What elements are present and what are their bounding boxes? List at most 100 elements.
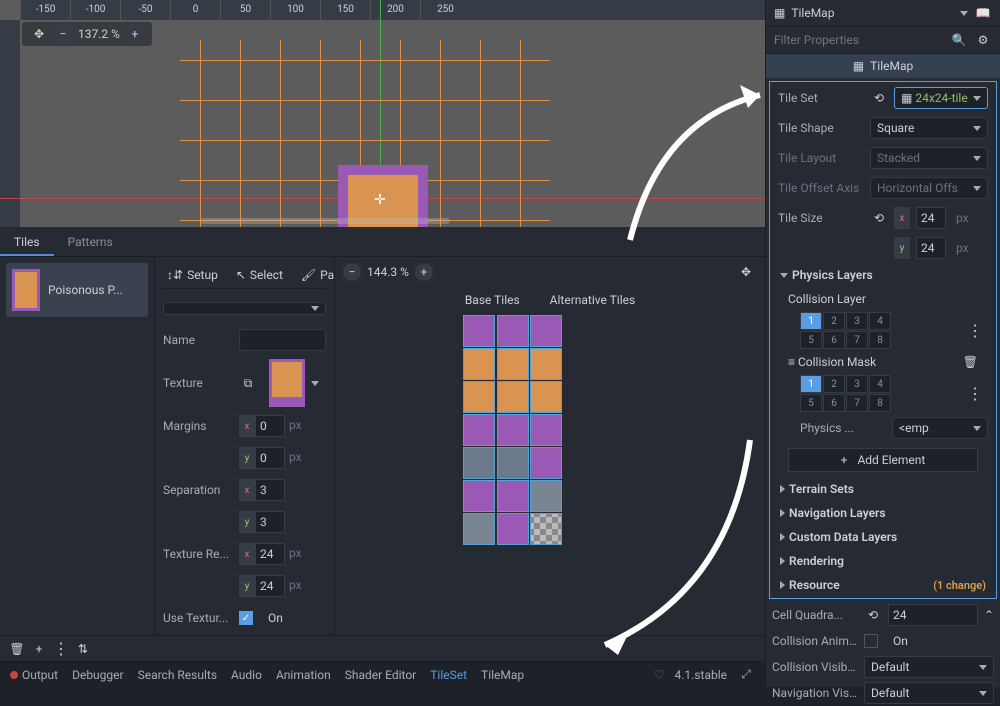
atlas-id-select[interactable] <box>163 302 326 315</box>
tab-tiles[interactable]: Tiles <box>0 227 54 256</box>
mask-bit-8[interactable]: 8 <box>869 394 891 412</box>
zoom-out-button[interactable]: − <box>54 25 72 43</box>
filter-properties-input[interactable] <box>774 33 944 47</box>
inspector-panel: ▦ TileMap 📖 🔍 ⚙ ▦TileMap Tile Set ⟲ ▦ 24… <box>765 0 1000 687</box>
layer-bit-8[interactable]: 8 <box>869 331 891 349</box>
viewport-2d[interactable]: -150-100-50050100150200250 ✥ − 137.2 % +… <box>0 0 765 227</box>
revert-size-icon[interactable]: ⟲ <box>870 209 888 227</box>
collision-visi-select[interactable]: Default <box>864 656 994 678</box>
separation-y-input[interactable]: 3 <box>255 511 285 533</box>
collision-layer-label: Collision Layer <box>772 288 994 310</box>
tile-size-x-input[interactable]: 24 <box>916 207 946 229</box>
add-element-button[interactable]: +Add Element <box>788 448 978 472</box>
physics-layers-section[interactable]: Physics Layers <box>772 264 994 286</box>
name-input[interactable] <box>239 329 326 351</box>
mask-bit-2[interactable]: 2 <box>823 375 845 393</box>
sort-icon[interactable]: ⇅ <box>74 640 92 658</box>
collision-layer-grid: 1234 5678 <box>800 312 891 349</box>
base-tiles-grid[interactable] <box>463 315 563 545</box>
collision-layer-more[interactable]: ⋮ <box>966 321 984 340</box>
collision-mask-grid: 1234 5678 <box>800 375 891 412</box>
tc-zoom-in[interactable]: + <box>415 263 433 281</box>
search-icon[interactable]: 🔍 <box>950 31 968 49</box>
layer-bit-6[interactable]: 6 <box>823 331 845 349</box>
tile-shape-select[interactable]: Square <box>870 117 988 139</box>
zoom-in-button[interactable]: + <box>126 25 144 43</box>
tab-tilemap[interactable]: TileMap <box>481 668 524 682</box>
mask-bit-5[interactable]: 5 <box>800 394 822 412</box>
layer-bit-1[interactable]: 1 <box>800 312 822 330</box>
collision-mask-more[interactable]: ⋮ <box>966 384 984 403</box>
layer-bit-3[interactable]: 3 <box>846 312 868 330</box>
tab-tileset[interactable]: TileSet <box>430 668 467 682</box>
bottom-dock-tabs: Output Debugger Search Results Audio Ani… <box>0 661 765 687</box>
zoom-level[interactable]: 137.2 % <box>78 27 120 41</box>
navigation-layers-section[interactable]: Navigation Layers <box>772 502 994 524</box>
tileset-resource-select[interactable]: ▦ 24x24-tile <box>894 87 988 109</box>
tc-zoom-level[interactable]: 144.3 % <box>367 265 409 279</box>
tile-offset-select[interactable]: Horizontal Offs <box>870 177 988 199</box>
layer-bit-7[interactable]: 7 <box>846 331 868 349</box>
version-label: 4.1.stable <box>675 668 727 682</box>
rendering-section[interactable]: Rendering <box>772 550 994 572</box>
custom-data-section[interactable]: Custom Data Layers <box>772 526 994 548</box>
ruler-vertical <box>0 20 20 227</box>
tile-atlas-canvas[interactable]: − 144.3 % + ✥ Base Tiles Alternative Til… <box>335 257 765 635</box>
tab-animation[interactable]: Animation <box>276 668 331 682</box>
texreg-y-input[interactable]: 24 <box>255 575 285 597</box>
select-tool-button[interactable]: ↖Select <box>232 266 287 284</box>
delete-physics-layer-button[interactable]: 🗑 <box>963 355 978 369</box>
revert-quadrant-icon[interactable]: ⟲ <box>864 606 882 624</box>
mask-bit-3[interactable]: 3 <box>846 375 868 393</box>
revert-icon[interactable]: ⟲ <box>870 89 888 107</box>
tile-size-y-input[interactable]: 24 <box>916 237 946 259</box>
tab-audio[interactable]: Audio <box>231 668 262 682</box>
inspector-class-header[interactable]: ▦TileMap <box>766 54 1000 78</box>
separation-x-input[interactable]: 3 <box>255 479 285 501</box>
atlas-list-item[interactable]: Poisonous P... <box>6 263 148 317</box>
use-texture-checkbox[interactable]: ✓ <box>239 611 253 625</box>
tc-zoom-out[interactable]: − <box>343 263 361 281</box>
mask-bit-7[interactable]: 7 <box>846 394 868 412</box>
center-icon[interactable]: ✥ <box>737 263 755 281</box>
texreg-x-input[interactable]: 24 <box>255 543 285 565</box>
list-options-button[interactable]: ⋮ <box>52 639 70 658</box>
inspector-node-name[interactable]: TileMap <box>791 6 954 20</box>
docs-icon[interactable]: 📖 <box>974 4 992 22</box>
texture-region-label: Texture Re... <box>163 547 233 561</box>
expand-dock-icon[interactable]: ⤢ <box>737 666 755 684</box>
margins-y-input[interactable]: 0 <box>255 447 285 469</box>
margins-x-input[interactable]: 0 <box>255 415 285 437</box>
tab-patterns[interactable]: Patterns <box>54 227 127 256</box>
heart-icon[interactable]: ♡ <box>654 668 665 682</box>
collision-anim-checkbox[interactable] <box>864 634 878 648</box>
tile-layout-select[interactable]: Stacked <box>870 147 988 169</box>
nav-visi-select[interactable]: Default <box>864 682 994 704</box>
resource-section[interactable]: Resource(1 change) <box>772 574 994 596</box>
tab-search-results[interactable]: Search Results <box>138 668 217 682</box>
cell-quadrant-input[interactable]: 24 <box>888 604 978 626</box>
physics-material-select[interactable]: <emp <box>892 417 988 439</box>
add-icon[interactable]: + <box>30 640 48 658</box>
center-view-icon[interactable]: ✥ <box>30 25 48 43</box>
mask-bit-1[interactable]: 1 <box>800 375 822 393</box>
alt-tiles-label: Alternative Tiles <box>550 293 636 307</box>
mask-bit-4[interactable]: 4 <box>869 375 891 393</box>
filter-options-icon[interactable]: ⚙ <box>974 31 992 49</box>
texture-dropdown-icon[interactable] <box>311 381 319 386</box>
layer-bit-2[interactable]: 2 <box>823 312 845 330</box>
setup-tool-button[interactable]: ↕⇵Setup <box>163 266 222 284</box>
texture-thumbnail[interactable] <box>269 359 305 407</box>
tab-shader-editor[interactable]: Shader Editor <box>345 668 417 682</box>
layer-bit-5[interactable]: 5 <box>800 331 822 349</box>
layer-bit-4[interactable]: 4 <box>869 312 891 330</box>
mask-bit-6[interactable]: 6 <box>823 394 845 412</box>
chevron-down-icon[interactable] <box>960 11 968 16</box>
texture-edit-icon[interactable]: ⧉ <box>239 374 257 392</box>
delete-icon[interactable]: 🗑 <box>8 640 26 658</box>
tab-output[interactable]: Output <box>10 668 58 682</box>
terrain-sets-section[interactable]: Terrain Sets <box>772 478 994 500</box>
tab-debugger[interactable]: Debugger <box>72 668 124 682</box>
stepper-icon[interactable]: ⌃ <box>984 608 994 622</box>
viewport-scrollbar-h[interactable] <box>200 218 450 224</box>
